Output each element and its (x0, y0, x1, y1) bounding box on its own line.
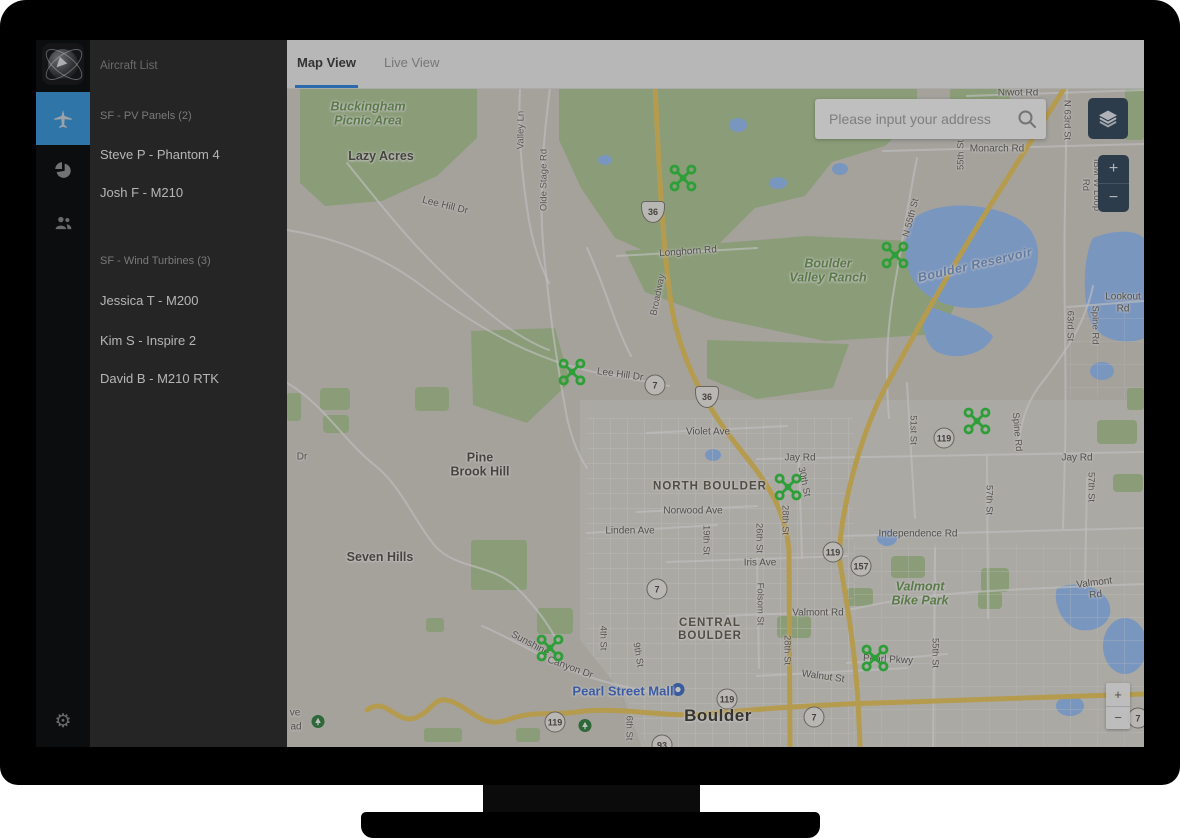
page: ⚙ Aircraft List SF - PV Panels (2) Steve… (0, 0, 1180, 838)
route-shield: 157 (851, 556, 872, 577)
settings-button[interactable]: ⚙ (36, 702, 90, 740)
drone-marker[interactable] (963, 407, 991, 435)
search-input[interactable] (815, 111, 1016, 127)
route-shield: 119 (717, 689, 738, 710)
google-zoom-out-button[interactable]: − (1106, 707, 1130, 730)
route-shield: 7 (804, 707, 825, 728)
drone-marker[interactable] (536, 634, 564, 662)
tab-map-view[interactable]: Map View (295, 40, 358, 88)
google-zoom-in-button[interactable]: + (1106, 683, 1130, 707)
group-label-pv-panels: SF - PV Panels (2) (100, 110, 192, 122)
route-shield: 119 (934, 428, 955, 449)
group-label-wind-turbines: SF - Wind Turbines (3) (100, 255, 211, 267)
drone-marker[interactable] (881, 241, 909, 269)
map-zoom-control: + − (1098, 155, 1129, 212)
nav-team-button[interactable] (36, 204, 90, 240)
route-shield: 7 (647, 579, 668, 600)
route-shield: 119 (545, 712, 566, 733)
layers-icon (1096, 107, 1120, 131)
tab-live-view[interactable]: Live View (382, 40, 441, 88)
google-zoom-control: + − (1106, 683, 1130, 729)
app-screen: ⚙ Aircraft List SF - PV Panels (2) Steve… (36, 40, 1144, 747)
icon-rail: ⚙ (36, 40, 90, 747)
nav-statistics-button[interactable] (36, 152, 90, 188)
aircraft-list-panel: Aircraft List SF - PV Panels (2) Steve P… (90, 40, 287, 747)
monitor-stand-base (361, 812, 820, 838)
drone-marker[interactable] (558, 358, 586, 386)
monitor-stand-neck (483, 785, 700, 815)
team-icon (53, 212, 74, 233)
zoom-out-button[interactable]: − (1098, 184, 1129, 212)
drone-marker[interactable] (669, 164, 697, 192)
map-layers-button[interactable] (1088, 98, 1128, 139)
zoom-in-button[interactable]: + (1098, 155, 1129, 184)
address-search (815, 99, 1046, 139)
aircraft-item[interactable]: Steve P - Phantom 4 (100, 147, 220, 162)
airplane-icon (52, 108, 74, 130)
park-poi-icon (579, 719, 592, 737)
route-shield: 7 (645, 375, 666, 396)
route-shield: 119 (823, 542, 844, 563)
drone-marker[interactable] (861, 644, 889, 672)
gear-icon: ⚙ (54, 710, 71, 733)
nav-aircraft-button[interactable] (36, 92, 90, 145)
view-tabs-bar: Map View Live View (287, 40, 1144, 89)
globe-logo-icon (48, 49, 78, 79)
park-poi-icon (312, 715, 325, 733)
aircraft-item[interactable]: Kim S - Inspire 2 (100, 333, 196, 348)
aircraft-item[interactable]: David B - M210 RTK (100, 371, 219, 386)
map-background (287, 88, 1144, 747)
magnifier-icon[interactable] (1016, 108, 1038, 130)
aircraft-item[interactable]: Jessica T - M200 (100, 293, 199, 308)
drone-marker[interactable] (774, 473, 802, 501)
aircraft-item[interactable]: Josh F - M210 (100, 185, 183, 200)
aircraft-list-title: Aircraft List (100, 60, 158, 72)
mall-poi-icon (672, 683, 685, 701)
app-logo (42, 43, 84, 85)
pie-chart-icon (53, 160, 73, 180)
map-canvas[interactable]: Buckingham Picnic AreaLazy AcresValley L… (287, 88, 1144, 747)
